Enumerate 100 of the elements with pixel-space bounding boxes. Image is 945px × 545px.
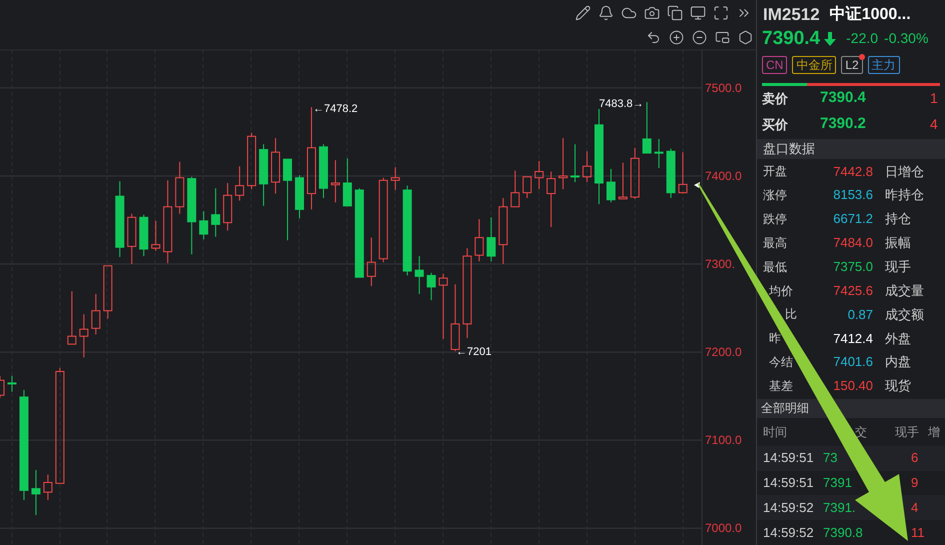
quote-volume: 1 (930, 89, 938, 108)
candle (534, 160, 544, 190)
candle (67, 290, 76, 345)
candle (330, 160, 340, 203)
candle (546, 171, 556, 228)
field-label: 成交量 (885, 282, 924, 300)
field-label: 振幅 (885, 234, 911, 252)
quote-label: 卖价 (762, 90, 789, 108)
field-label: 开盘 (763, 163, 787, 180)
field-label: 比 (785, 306, 797, 324)
field-value: 7412.4 (832, 330, 873, 348)
candle (199, 210, 208, 240)
candle (510, 170, 520, 208)
candle (342, 158, 352, 206)
field-label: 内盘 (885, 353, 911, 372)
trade-time: 14:59:52 (762, 524, 815, 542)
bell-icon[interactable] (598, 5, 614, 21)
candle (438, 273, 448, 340)
undo-icon[interactable] (646, 30, 661, 44)
candle (223, 182, 232, 232)
y-axis-label: 7400.0 (705, 170, 742, 182)
field-label: 跌停 (763, 211, 787, 228)
field-label: 最低 (763, 258, 787, 276)
candle (426, 272, 436, 301)
pencil-icon[interactable] (575, 5, 591, 21)
contract-name: 中证1000... (830, 4, 911, 25)
candle (139, 214, 148, 257)
hexagon-icon[interactable] (738, 30, 753, 44)
field-label: 均价 (769, 282, 793, 300)
field-label: 现货 (885, 377, 911, 396)
field-label: 日增仓 (885, 162, 924, 181)
field-label: 最高 (763, 234, 787, 252)
field-label: 成交额 (885, 306, 924, 324)
y-axis-label: 7500.0 (705, 82, 742, 94)
field-value: 7401.6 (832, 353, 873, 372)
zoom-out-icon[interactable] (692, 30, 707, 44)
trade-volume: 11 (911, 524, 924, 542)
candle (642, 102, 652, 154)
field-label: 今结 (769, 354, 793, 372)
tag: CN (762, 56, 788, 74)
field-label: 涨停 (763, 187, 787, 204)
field-label: 昨持仓 (885, 186, 924, 204)
cloud-icon[interactable] (621, 5, 637, 21)
candle (498, 197, 508, 265)
column-header: 增 (928, 424, 940, 441)
candle (390, 166, 400, 191)
y-axis-label: 7200.0 (705, 346, 742, 358)
tag: 中金所 (792, 56, 836, 74)
field-value: 150.40 (832, 377, 873, 396)
trade-price: 7391 (823, 474, 853, 492)
candle (606, 168, 616, 203)
tag: 主力 (868, 56, 900, 74)
column-header: 现手 (894, 424, 919, 441)
candle (79, 314, 88, 358)
quote-price: 7390.4 (820, 88, 867, 108)
candle (211, 188, 220, 238)
candle (474, 218, 484, 262)
field-label: 外盘 (885, 330, 911, 348)
section-header: 全部明细 (760, 400, 809, 418)
field-label: 昨 (769, 330, 781, 348)
fullscreen-icon[interactable] (713, 5, 729, 21)
candle (654, 138, 664, 169)
trade-volume: 4 (911, 499, 918, 518)
trade-volume: 6 (911, 449, 918, 468)
candle (127, 213, 136, 265)
monitor-icon[interactable] (690, 5, 706, 21)
column-header: 时间 (762, 424, 788, 441)
candle (666, 148, 676, 198)
candle (271, 138, 280, 194)
field-label: 现手 (885, 258, 911, 276)
camera-icon[interactable] (644, 5, 660, 21)
field-value: 8153.6 (832, 186, 873, 204)
last-price: 7390.4 (762, 26, 820, 51)
y-axis-label: 7100.0 (705, 434, 742, 446)
candle (7, 375, 16, 392)
candle (414, 256, 424, 294)
trade-volume: 9 (911, 474, 918, 492)
trade-time: 14:59:52 (762, 499, 815, 518)
percent-change: -0.30% (884, 29, 928, 48)
contract-code: IM2512 (763, 4, 820, 26)
price-change: -22.0 (846, 29, 878, 48)
candle (295, 174, 304, 219)
column-header: 交 (854, 424, 867, 441)
window-icon[interactable] (715, 30, 730, 44)
candle (43, 474, 52, 501)
trade-price: 7391. (823, 499, 857, 518)
y-axis-label: 7000.0 (705, 522, 742, 534)
candle (259, 144, 268, 206)
copy-icon[interactable] (667, 5, 683, 21)
field-label: 基差 (769, 378, 793, 396)
field-value: 0.87 (846, 306, 873, 324)
zoom-in-icon[interactable] (669, 30, 684, 44)
candle (31, 470, 40, 516)
candle (486, 216, 496, 262)
candle (151, 220, 160, 252)
y-axis-label: 7300. (705, 258, 736, 270)
price-annotation: 7483.8→ (599, 99, 644, 110)
field-label: 持仓 (885, 210, 911, 228)
trade-time: 14:59:51 (762, 449, 815, 468)
trade-price: 7390.8 (823, 524, 864, 542)
